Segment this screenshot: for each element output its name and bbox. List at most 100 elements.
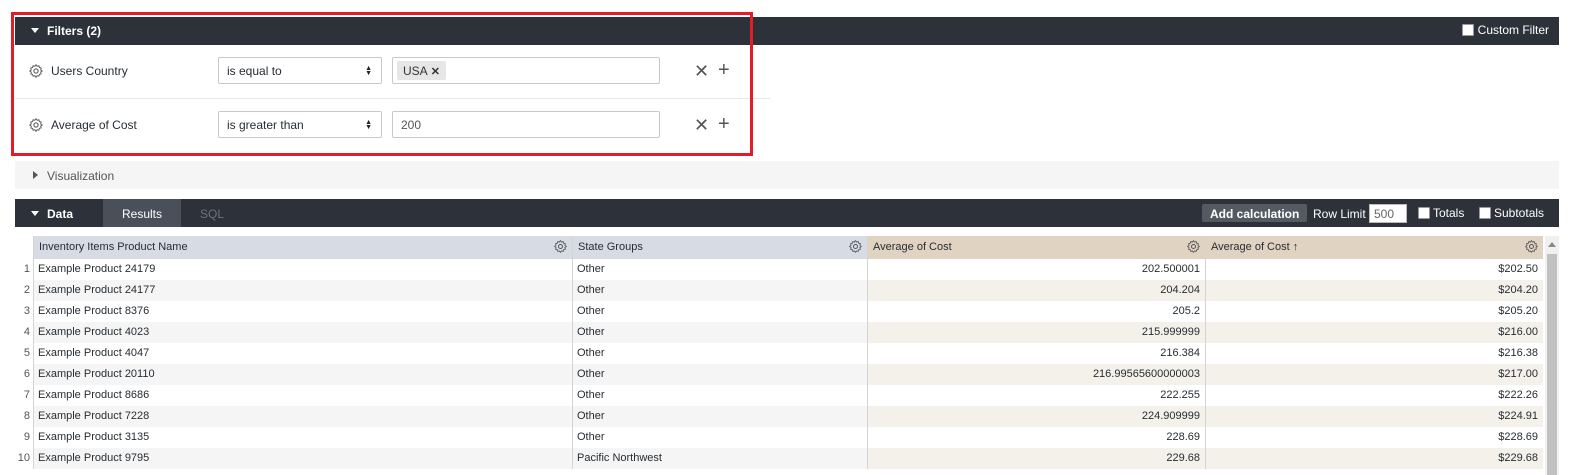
remove-filter-button[interactable]: ✕ [694, 62, 709, 80]
cell-state-group[interactable]: Other [572, 364, 867, 385]
filters-header[interactable]: Filters (2) Custom Filter [15, 17, 1559, 45]
filter-label: Average of Cost [51, 118, 137, 132]
cell-average-cost-formatted[interactable]: $222.26 [1205, 385, 1543, 406]
cell-product-name[interactable]: Example Product 8376 [33, 301, 572, 322]
cell-average-cost-formatted[interactable]: $228.69 [1205, 427, 1543, 448]
tab-results[interactable]: Results [103, 199, 181, 227]
gear-icon[interactable] [553, 239, 568, 254]
header-field-name: Product Name [117, 241, 188, 253]
gear-icon[interactable] [1186, 239, 1201, 254]
tab-sql[interactable]: SQL [200, 207, 224, 221]
collapse-caret-icon[interactable] [31, 28, 39, 33]
operator-select[interactable]: is greater than ▲ ▼ [218, 111, 382, 138]
filters-title[interactable]: Filters (2) [47, 24, 101, 38]
gear-icon[interactable] [28, 63, 44, 79]
data-title[interactable]: Data [47, 207, 73, 221]
column-header-average-cost[interactable]: Average of Cost [867, 236, 1205, 259]
cell-average-cost[interactable]: 216.384 [867, 343, 1205, 364]
cell-average-cost-formatted[interactable]: $205.20 [1205, 301, 1543, 322]
cell-state-group[interactable]: Other [572, 259, 867, 280]
filter-value-input[interactable]: USA ✕ [392, 57, 660, 84]
cell-average-cost[interactable]: 202.500001 [867, 259, 1205, 280]
cell-product-name[interactable]: Example Product 8686 [33, 385, 572, 406]
visualization-header[interactable]: Visualization [15, 161, 1559, 189]
cell-average-cost-formatted[interactable]: $229.68 [1205, 448, 1543, 469]
filter-value-input[interactable]: 200 [392, 111, 660, 138]
cell-average-cost-formatted[interactable]: $202.50 [1205, 259, 1543, 280]
gear-icon[interactable] [28, 117, 44, 133]
expand-caret-icon[interactable] [33, 171, 38, 179]
table-row: 3 Example Product 8376 Other 205.2 $205.20 [15, 301, 1543, 322]
add-filter-button[interactable]: + [718, 114, 730, 134]
totals-checkbox[interactable] [1418, 207, 1430, 219]
scroll-up-icon[interactable] [1548, 242, 1556, 247]
header-label: State Groups [578, 241, 643, 253]
custom-filter-checkbox[interactable] [1461, 24, 1474, 36]
cell-state-group[interactable]: Other [572, 301, 867, 322]
visualization-title[interactable]: Visualization [47, 169, 114, 183]
cell-average-cost[interactable]: 215.999999 [867, 322, 1205, 343]
cell-state-group[interactable]: Other [572, 343, 867, 364]
cell-average-cost-formatted[interactable]: $224.91 [1205, 406, 1543, 427]
cell-average-cost-formatted[interactable]: $204.20 [1205, 280, 1543, 301]
cell-product-name[interactable]: Example Product 20110 [33, 364, 572, 385]
filter-row-average-cost: Average of Cost is greater than ▲ ▼ 200 ✕… [15, 99, 770, 153]
scroll-thumb[interactable] [1547, 254, 1557, 475]
cell-product-name[interactable]: Example Product 24177 [33, 280, 572, 301]
data-header: Data Results SQL Add calculation Row Lim… [15, 199, 1559, 227]
cell-product-name[interactable]: Example Product 9795 [33, 448, 572, 469]
table-scrollbar[interactable] [1545, 236, 1559, 475]
header-view-name: Inventory Items [39, 241, 118, 253]
subtotals-toggle[interactable]: Subtotals [1479, 206, 1544, 220]
cell-average-cost[interactable]: 204.204 [867, 280, 1205, 301]
cell-product-name[interactable]: Example Product 24179 [33, 259, 572, 280]
cell-average-cost[interactable]: 228.69 [867, 427, 1205, 448]
column-header-product-name[interactable]: Inventory Items Product Name [33, 236, 572, 259]
row-limit-input[interactable]: 500 [1369, 204, 1407, 223]
row-number: 8 [23, 410, 30, 422]
table-row: 9 Example Product 3135 Other 228.69 $228.69 [15, 427, 1543, 448]
chip-remove-icon[interactable]: ✕ [431, 66, 440, 78]
add-calculation-button[interactable]: Add calculation [1202, 204, 1308, 222]
table-row: 10 Example Product 9795 Pacific Northwest 2… [15, 448, 1543, 469]
cell-average-cost-formatted[interactable]: $216.00 [1205, 322, 1543, 343]
row-number: 9 [23, 431, 30, 443]
cell-state-group[interactable]: Other [572, 406, 867, 427]
cell-product-name[interactable]: Example Product 4023 [33, 322, 572, 343]
collapse-caret-icon[interactable] [31, 211, 39, 216]
select-arrows-icon: ▲ ▼ [365, 119, 372, 131]
row-number: 7 [23, 389, 30, 401]
column-header-average-cost-sorted[interactable]: Average of Cost ↑ [1205, 236, 1543, 259]
cell-state-group[interactable]: Other [572, 385, 867, 406]
cell-average-cost-formatted[interactable]: $217.00 [1205, 364, 1543, 385]
cell-state-group[interactable]: Other [572, 427, 867, 448]
cell-average-cost[interactable]: 205.2 [867, 301, 1205, 322]
cell-product-name[interactable]: Example Product 3135 [33, 427, 572, 448]
operator-value: is greater than [227, 118, 304, 132]
add-filter-button[interactable]: + [718, 60, 730, 80]
operator-select[interactable]: is equal to ▲ ▼ [218, 57, 382, 84]
custom-filter-toggle[interactable]: Custom Filter [1461, 23, 1549, 37]
subtotals-checkbox[interactable] [1479, 207, 1491, 219]
cell-state-group[interactable]: Pacific Northwest [572, 448, 867, 469]
subtotals-label: Subtotals [1494, 206, 1545, 220]
table-row: 8 Example Product 7228 Other 224.909999 $224… [15, 406, 1543, 427]
cell-state-group[interactable]: Other [572, 322, 867, 343]
cell-state-group[interactable]: Other [572, 280, 867, 301]
remove-filter-button[interactable]: ✕ [694, 116, 709, 134]
row-number: 1 [23, 263, 30, 275]
row-number: 6 [23, 368, 30, 380]
cell-product-name[interactable]: Example Product 7228 [33, 406, 572, 427]
totals-toggle[interactable]: Totals [1418, 206, 1464, 220]
custom-filter-label: Custom Filter [1477, 23, 1549, 37]
gear-icon[interactable] [1524, 239, 1539, 254]
cell-average-cost-formatted[interactable]: $216.38 [1205, 343, 1543, 364]
table-row: 4 Example Product 4023 Other 215.999999 $216… [15, 322, 1543, 343]
cell-average-cost[interactable]: 222.255 [867, 385, 1205, 406]
cell-average-cost[interactable]: 216.99565600000003 [867, 364, 1205, 385]
cell-product-name[interactable]: Example Product 4047 [33, 343, 572, 364]
column-header-state-groups[interactable]: State Groups [572, 236, 867, 259]
gear-icon[interactable] [848, 239, 863, 254]
cell-average-cost[interactable]: 224.909999 [867, 406, 1205, 427]
cell-average-cost[interactable]: 229.68 [867, 448, 1205, 469]
